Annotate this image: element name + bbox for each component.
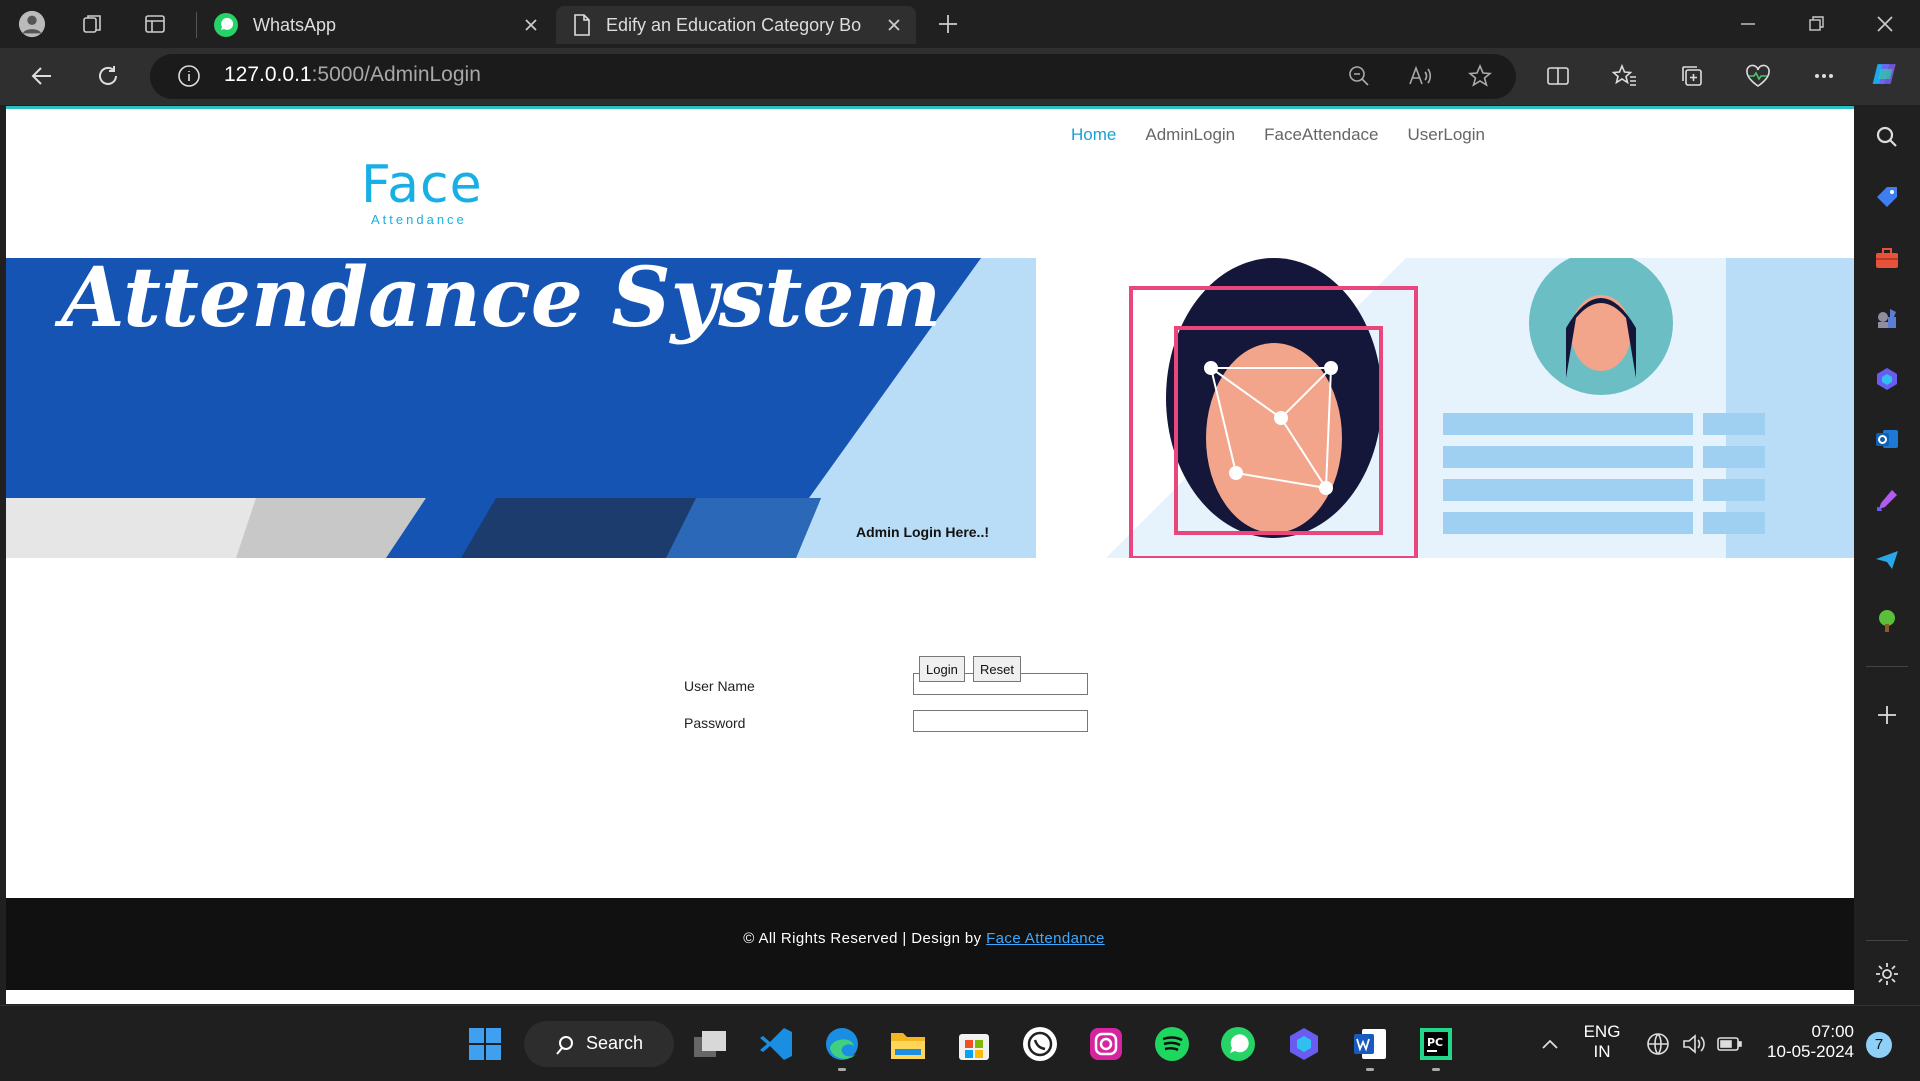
footer-text: © All Rights Reserved | Design by Face A… — [0, 930, 1848, 947]
zoom-out-icon[interactable] — [1345, 62, 1373, 90]
tab-edify[interactable]: Edify an Education Category Boo — [556, 6, 916, 44]
more-options-icon[interactable] — [1810, 62, 1838, 90]
tools-toolbox-icon[interactable] — [1871, 242, 1903, 274]
clock[interactable]: 07:00 10-05-2024 — [1760, 1022, 1854, 1062]
collections-icon[interactable] — [1678, 62, 1706, 90]
banner-title: Attendance System — [54, 258, 941, 346]
username-label: User Name — [684, 678, 755, 694]
shopping-tag-icon[interactable] — [1871, 181, 1903, 213]
workspaces-icon[interactable] — [79, 10, 107, 38]
nav-user-login[interactable]: UserLogin — [1408, 125, 1486, 145]
clock-date: 10-05-2024 — [1767, 1042, 1854, 1061]
minimize-icon[interactable] — [1734, 10, 1762, 38]
instagram-icon[interactable] — [1086, 1024, 1126, 1064]
close-icon[interactable] — [521, 15, 541, 35]
copilot-app-icon[interactable] — [1284, 1024, 1324, 1064]
whatsapp-beta-icon[interactable] — [1020, 1024, 1060, 1064]
network-globe-icon[interactable] — [1638, 1024, 1678, 1064]
split-screen-icon[interactable] — [1544, 62, 1572, 90]
page-icon — [574, 14, 590, 36]
nav-home[interactable]: Home — [1071, 125, 1116, 145]
outlook-icon[interactable] — [1871, 423, 1903, 455]
battery-icon[interactable] — [1710, 1024, 1750, 1064]
site-logo-subtitle: Attendance — [371, 212, 467, 227]
close-icon[interactable] — [884, 15, 904, 35]
taskbar-search[interactable]: Search — [524, 1021, 674, 1067]
games-chess-icon[interactable] — [1871, 302, 1903, 334]
notification-badge[interactable]: 7 — [1866, 1032, 1892, 1058]
new-tab-icon[interactable] — [934, 10, 962, 38]
running-indicator — [1432, 1068, 1440, 1071]
password-label: Password — [684, 715, 746, 731]
profile-avatar-icon[interactable] — [18, 10, 46, 38]
tab-actions-icon[interactable] — [141, 10, 169, 38]
copilot-icon[interactable] — [1871, 60, 1899, 88]
refresh-icon[interactable] — [94, 62, 122, 90]
search-icon — [556, 1036, 573, 1055]
browser-essentials-icon[interactable] — [1744, 62, 1772, 90]
sidebar-divider — [1866, 666, 1908, 667]
whatsapp-icon — [214, 13, 238, 37]
url-host: 127.0.0.1 — [224, 63, 312, 86]
tab-whatsapp[interactable]: WhatsApp — [205, 6, 553, 44]
read-aloud-icon[interactable] — [1406, 62, 1434, 90]
volume-icon[interactable] — [1674, 1024, 1714, 1064]
nav-admin-login[interactable]: AdminLogin — [1145, 125, 1235, 145]
nav-face-attendance[interactable]: FaceAttendace — [1264, 125, 1378, 145]
telegram-send-icon[interactable] — [1871, 544, 1903, 576]
svg-text:PC: PC — [1427, 1036, 1443, 1049]
windows-start-icon[interactable] — [465, 1024, 505, 1064]
favorites-icon[interactable] — [1611, 62, 1639, 90]
site-info-icon[interactable] — [175, 62, 203, 90]
whatsapp-icon[interactable] — [1218, 1024, 1258, 1064]
login-heading: Admin Login Here..! — [856, 524, 989, 540]
search-label: Search — [586, 1033, 644, 1053]
clock-time: 07:00 — [1811, 1022, 1854, 1041]
footer-copyright: © All Rights Reserved | Design by — [743, 930, 987, 947]
vscode-icon[interactable] — [756, 1024, 796, 1064]
edge-icon[interactable] — [822, 1024, 862, 1064]
file-explorer-icon[interactable] — [888, 1024, 928, 1064]
designer-icon[interactable] — [1871, 484, 1903, 516]
password-input[interactable] — [913, 710, 1088, 732]
running-indicator — [1366, 1068, 1374, 1071]
hero-banner: Attendance System — [6, 258, 1854, 558]
pycharm-icon[interactable]: PC — [1416, 1024, 1456, 1064]
restore-icon[interactable] — [1802, 10, 1830, 38]
back-icon[interactable] — [28, 62, 56, 90]
microsoft-store-icon[interactable] — [954, 1024, 994, 1064]
settings-gear-icon[interactable] — [1871, 958, 1903, 990]
region-code: IN — [1593, 1042, 1611, 1061]
sidebar-divider — [1866, 940, 1908, 941]
tab-divider — [196, 12, 197, 38]
show-hidden-icons-chevron-icon[interactable] — [1530, 1024, 1570, 1064]
task-view-icon[interactable] — [690, 1024, 730, 1064]
web-page: Home AdminLogin FaceAttendace UserLogin … — [6, 106, 1854, 1004]
footer-link[interactable]: Face Attendance — [986, 930, 1105, 947]
address-url[interactable]: 127.0.0.1:5000/AdminLogin — [224, 63, 481, 87]
language-indicator[interactable]: ENG IN — [1578, 1022, 1626, 1062]
add-icon[interactable] — [1871, 699, 1903, 731]
tab-title: Edify an Education Category Boo — [606, 14, 861, 35]
reset-button[interactable]: Reset — [973, 656, 1021, 682]
login-button[interactable]: Login — [919, 656, 965, 682]
favorite-star-icon[interactable] — [1466, 62, 1494, 90]
language-code: ENG — [1583, 1022, 1621, 1041]
site-logo[interactable]: Face — [361, 155, 483, 215]
running-indicator — [838, 1068, 846, 1071]
search-icon[interactable] — [1871, 121, 1903, 153]
site-nav: Home AdminLogin FaceAttendace UserLogin — [1071, 125, 1485, 145]
tree-icon[interactable] — [1871, 605, 1903, 637]
copilot-sidebar-icon[interactable] — [1871, 363, 1903, 395]
close-window-icon[interactable] — [1871, 10, 1899, 38]
tab-title: WhatsApp — [253, 14, 337, 35]
word-icon[interactable] — [1350, 1024, 1390, 1064]
url-path: :5000/AdminLogin — [311, 63, 481, 86]
spotify-icon[interactable] — [1152, 1024, 1192, 1064]
